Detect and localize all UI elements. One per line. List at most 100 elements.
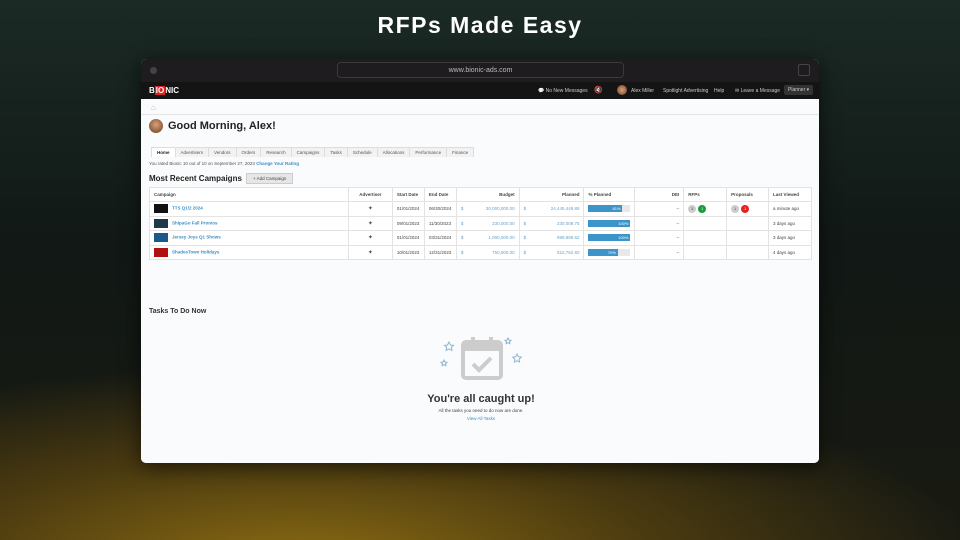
add-campaign-button[interactable]: + Add Campaign [246, 173, 294, 184]
calendar-check-icon [439, 336, 523, 380]
view-all-tasks-link[interactable]: View All Tasks [371, 416, 591, 421]
column-header[interactable]: Budget [455, 187, 520, 202]
dei: -- [634, 215, 685, 231]
greeting-text: Good Morning, Alex! [168, 120, 276, 132]
column-header[interactable]: Start Date [391, 187, 425, 202]
bionic-logo[interactable]: BIONIC [149, 86, 179, 95]
currency: $ [523, 249, 527, 255]
rating-label: You rated Bionic 10 out of 10 on Septemb… [149, 161, 255, 166]
campaign-thumbnail [154, 204, 168, 214]
browser-window: www.bionic-ads.com BIONIC 💬 No New Messa… [141, 59, 819, 463]
column-header[interactable]: Planned [518, 187, 585, 202]
percent-planned-bar: 81% [588, 205, 631, 213]
budget: 1,000,000.00 [488, 235, 515, 241]
campaign-link[interactable]: ShadesTown Holidays [172, 249, 219, 254]
tab-vendors[interactable]: Vendors [208, 147, 237, 157]
proposals-count-badge[interactable]: 1 [731, 204, 740, 213]
tab-performance[interactable]: Performance [409, 147, 448, 157]
currency: $ [523, 220, 527, 226]
spotlight-link[interactable]: Spotlight Advertising [663, 88, 708, 94]
messages-link[interactable]: 💬 No New Messages [538, 88, 588, 94]
start-date: 01/01/2024 [391, 230, 425, 246]
mute-icon[interactable]: 🔇 [594, 86, 603, 94]
planned: 230,009.75 [556, 220, 580, 226]
tab-allocations[interactable]: Allocations [376, 147, 411, 157]
dei: -- [634, 201, 685, 217]
empty-title: You're all caught up! [427, 393, 535, 405]
column-header[interactable]: Proposals [726, 187, 770, 202]
start-date: 10/01/2023 [391, 244, 425, 260]
currency: $ [460, 235, 464, 241]
currency: $ [523, 206, 527, 212]
tab-finance[interactable]: Finance [446, 147, 475, 157]
column-header[interactable]: Last Viewed [768, 187, 812, 202]
advertiser-logo: ✦ [367, 235, 373, 242]
chat-icon: 💬 [538, 88, 545, 94]
user-name[interactable]: Alex Miller [631, 88, 654, 94]
table-row[interactable]: ShipaGo Fall Promos ✦ 09/01/2023 11/30/2… [149, 215, 812, 231]
column-header[interactable]: End Date [423, 187, 457, 202]
end-date: 03/31/2024 [423, 230, 457, 246]
leave-message-link[interactable]: ✉ Leave a Message [735, 88, 780, 94]
tab-bar: Home Advertisers Vendors Orders Research Camp… [151, 147, 475, 157]
home-icon[interactable]: ⌂ [151, 103, 156, 112]
column-header[interactable]: Campaign [149, 187, 349, 202]
campaign-link[interactable]: ShipaGo Fall Promos [172, 220, 218, 225]
currency: $ [460, 206, 464, 212]
top-nav: BIONIC 💬 No New Messages 🔇 Alex Miller S… [141, 82, 819, 99]
advertiser-logo: ✦ [367, 220, 373, 227]
column-header[interactable]: RFPs [683, 187, 728, 202]
tab-tasks[interactable]: Tasks [324, 147, 348, 157]
last-viewed: 4 days ago [768, 244, 812, 260]
tab-orders[interactable]: Orders [235, 147, 262, 157]
advertiser-logo: ✦ [367, 249, 373, 256]
tab-advertisers[interactable]: Advertisers [174, 147, 210, 157]
percent-planned-bar: 100% [588, 219, 631, 227]
user-avatar[interactable] [617, 85, 627, 95]
change-rating-link[interactable]: Change Your Rating [256, 161, 299, 166]
table-row[interactable]: ShadesTown Holidays ✦ 10/01/2023 12/31/2… [149, 244, 812, 260]
last-viewed: 3 days ago [768, 215, 812, 231]
campaign-link[interactable]: TTS Q1/2 2024 [172, 206, 203, 211]
campaign-thumbnail [154, 218, 168, 228]
greeting: Good Morning, Alex! [149, 119, 276, 133]
percent-planned-bar: 70% [588, 248, 631, 256]
percent-planned-fill: 100% [588, 219, 631, 227]
campaign-thumbnail [154, 233, 168, 243]
tasks-empty-state: You're all caught up! All the tasks you … [371, 334, 591, 421]
currency: $ [460, 220, 464, 226]
window-control[interactable] [150, 67, 157, 74]
rating-text: You rated Bionic 10 out of 10 on Septemb… [149, 161, 299, 166]
column-header[interactable]: % Planned [583, 187, 636, 202]
percent-planned-fill: 81% [588, 205, 623, 213]
tab-campaigns[interactable]: Campaigns [290, 147, 326, 157]
campaigns-title: Most Recent Campaigns [149, 174, 242, 183]
percent-planned-bar: 100% [588, 234, 631, 242]
end-date: 11/30/2023 [423, 215, 457, 231]
tab-schedule[interactable]: Schedule [346, 147, 378, 157]
url-bar[interactable]: www.bionic-ads.com [337, 62, 624, 78]
role-dropdown[interactable]: Planner ▾ [784, 85, 814, 95]
planned: 522,762.60 [556, 249, 580, 255]
rfps-count-badge[interactable]: 1 [698, 204, 707, 213]
start-date: 01/01/2024 [391, 201, 425, 217]
tab-home[interactable]: Home [151, 147, 176, 157]
help-link[interactable]: Help [714, 88, 724, 94]
column-header[interactable]: DEI [634, 187, 685, 202]
proposals-count-badge[interactable]: 1 [741, 204, 750, 213]
campaign-link[interactable]: Jersey Joys Q1 Shows [172, 235, 221, 240]
budget: 750,000.00 [492, 249, 515, 255]
table-row[interactable]: TTS Q1/2 2024 ✦ 01/01/2024 06/30/2024 $3… [149, 201, 812, 217]
tasks-title: Tasks To Do Now [149, 308, 207, 315]
table-row[interactable]: Jersey Joys Q1 Shows ✦ 01/01/2024 03/31/… [149, 230, 812, 246]
column-header[interactable]: Advertiser [347, 187, 393, 202]
campaigns-table: Campaign Advertiser Start Date End Date Budg… [149, 187, 812, 260]
browser-titlebar: www.bionic-ads.com [141, 59, 819, 82]
avatar [149, 119, 163, 133]
tab-research[interactable]: Research [260, 147, 292, 157]
last-viewed: 3 days ago [768, 230, 812, 246]
planned: 24,445,449.88 [550, 206, 580, 212]
start-date: 09/01/2023 [391, 215, 425, 231]
rfps-count-badge[interactable]: 3 [688, 204, 697, 213]
grid-icon[interactable] [798, 64, 810, 76]
